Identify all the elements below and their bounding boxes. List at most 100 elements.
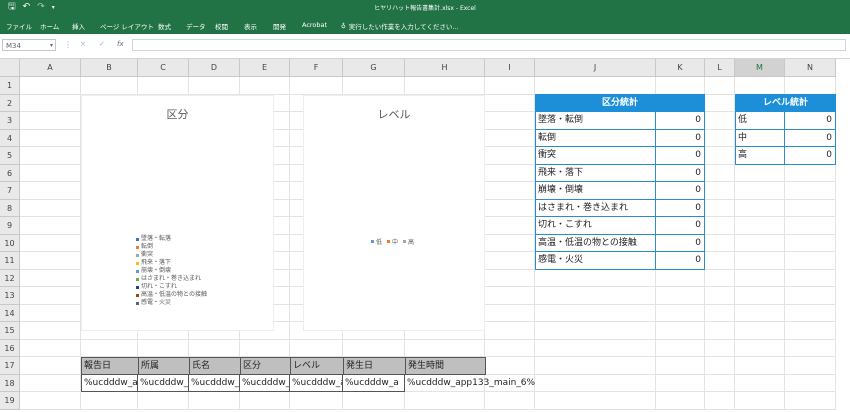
- level-pie-chart[interactable]: レベル 低 中 高: [303, 95, 485, 331]
- category-stats-header: 区分統計: [535, 94, 705, 112]
- row-header-19[interactable]: 19: [0, 392, 20, 410]
- report-header-cell[interactable]: 報告日: [81, 357, 139, 375]
- stats-label[interactable]: 墜落・転倒: [536, 112, 656, 129]
- row-header-18[interactable]: 18: [0, 374, 20, 392]
- legend-item: 感電・火災: [136, 299, 207, 307]
- row-header-8[interactable]: 8: [0, 199, 20, 217]
- name-box[interactable]: M34 ▾: [2, 39, 56, 51]
- row-header-16[interactable]: 16: [0, 339, 20, 357]
- stats-label[interactable]: 切れ・こすれ: [536, 217, 656, 234]
- stats-value[interactable]: 0: [656, 112, 704, 129]
- tab-review[interactable]: 校閲: [215, 21, 228, 31]
- column-header-a[interactable]: A: [20, 59, 81, 77]
- row-header-4[interactable]: 4: [0, 129, 20, 147]
- stats-value[interactable]: 0: [656, 235, 704, 252]
- stats-value[interactable]: 0: [656, 252, 704, 269]
- insert-function-icon[interactable]: fx: [117, 40, 124, 48]
- tab-file[interactable]: ファイル: [6, 21, 32, 31]
- tab-developer[interactable]: 開発: [273, 21, 286, 31]
- document-title: ヒヤリハット報告書集計.xlsx - Excel: [374, 5, 476, 12]
- row-header-7[interactable]: 7: [0, 182, 20, 200]
- report-header-cell[interactable]: 区分: [240, 357, 291, 375]
- column-header-n[interactable]: N: [785, 59, 836, 77]
- stats-value[interactable]: 0: [785, 112, 835, 129]
- select-all-corner[interactable]: [0, 59, 20, 77]
- row-header-14[interactable]: 14: [0, 304, 20, 322]
- stats-value[interactable]: 0: [656, 182, 704, 199]
- row-header-1[interactable]: 1: [0, 77, 20, 95]
- legend-swatch: [403, 240, 407, 243]
- row-header-5[interactable]: 5: [0, 147, 20, 165]
- stats-label[interactable]: 衝突: [536, 147, 656, 164]
- stats-value[interactable]: 0: [656, 217, 704, 234]
- column-header-f[interactable]: F: [290, 59, 343, 77]
- tab-acrobat[interactable]: Acrobat: [302, 21, 327, 29]
- column-header-h[interactable]: H: [405, 59, 485, 77]
- column-header-c[interactable]: C: [138, 59, 189, 77]
- row-header-2[interactable]: 2: [0, 94, 20, 112]
- report-header-cell[interactable]: 氏名: [189, 357, 241, 375]
- tab-insert[interactable]: 挿入: [72, 21, 85, 31]
- column-header-k[interactable]: K: [656, 59, 705, 77]
- stats-label[interactable]: 高: [736, 147, 785, 164]
- column-header-d[interactable]: D: [189, 59, 240, 77]
- chevron-down-icon[interactable]: ▾: [50, 40, 53, 52]
- stats-label[interactable]: はさまれ・巻き込まれ: [536, 199, 656, 216]
- stats-value[interactable]: 0: [656, 147, 704, 164]
- row-header-15[interactable]: 15: [0, 322, 20, 340]
- row-header-17[interactable]: 17: [0, 357, 20, 375]
- report-header-cell[interactable]: レベル: [290, 357, 344, 375]
- tab-data[interactable]: データ: [186, 21, 206, 31]
- column-header-e[interactable]: E: [240, 59, 290, 77]
- legend-item: 高: [403, 237, 414, 246]
- stats-label[interactable]: 中: [736, 129, 785, 146]
- worksheet-grid[interactable]: ABCDEFGHIJKLMN 1 2 3 4 5 6 7 8 9 10 11 12 13 14 15 16 17…: [0, 59, 850, 412]
- stats-label[interactable]: 崩壊・倒壊: [536, 182, 656, 199]
- report-data-cell[interactable]: %ucdddw_a: [343, 374, 405, 392]
- tell-me-box[interactable]: ♁ 実行したい作業を入力してください...: [341, 21, 459, 31]
- stats-label[interactable]: 低: [736, 112, 785, 129]
- column-header-b[interactable]: B: [81, 59, 138, 77]
- row-header-3[interactable]: 3: [0, 112, 20, 130]
- stats-value[interactable]: 0: [656, 165, 704, 182]
- stats-label[interactable]: 感電・火災: [536, 252, 656, 269]
- formula-bar-grip-icon: ⋮: [64, 40, 72, 49]
- enter-icon[interactable]: ✓: [99, 40, 105, 48]
- row-header-6[interactable]: 6: [0, 164, 20, 182]
- stats-value[interactable]: 0: [785, 130, 835, 147]
- legend-item: 墜落・転落: [136, 235, 207, 243]
- report-data-cell[interactable]: %ucdddw_: [138, 374, 189, 392]
- stats-label[interactable]: 飛来・落下: [536, 164, 656, 181]
- row-header-12[interactable]: 12: [0, 269, 20, 287]
- report-header-cell[interactable]: 発生日: [343, 357, 406, 375]
- row-header-11[interactable]: 11: [0, 252, 20, 270]
- column-header-m[interactable]: M: [735, 59, 785, 77]
- stats-value[interactable]: 0: [656, 130, 704, 147]
- report-data-cell[interactable]: %ucdddw_: [189, 374, 240, 392]
- row-header-13[interactable]: 13: [0, 287, 20, 305]
- legend-item: はさまれ・巻き込まれ: [136, 275, 207, 283]
- row-header-10[interactable]: 10: [0, 234, 20, 252]
- tab-page-layout[interactable]: ページ レイアウト: [100, 21, 154, 31]
- column-header-l[interactable]: L: [705, 59, 735, 77]
- stats-label[interactable]: 転倒: [536, 129, 656, 146]
- stats-value[interactable]: 0: [785, 147, 835, 164]
- category-pie-chart[interactable]: 区分 墜落・転落 転倒 衝突 飛来・落下 崩壊・倒壊 はさまれ・巻き込まれ 切れ・こすれ 高温…: [81, 95, 274, 331]
- column-header-i[interactable]: I: [485, 59, 535, 77]
- column-header-j[interactable]: J: [535, 59, 656, 77]
- tab-formulas[interactable]: 数式: [158, 21, 171, 31]
- stats-value[interactable]: 0: [656, 200, 704, 217]
- tab-home[interactable]: ホーム: [40, 21, 59, 31]
- report-data-cell[interactable]: %ucdddw_app133_main_6%: [405, 375, 545, 393]
- report-header-cell[interactable]: 所属: [138, 357, 190, 375]
- report-data-cell[interactable]: %ucdddw_a: [290, 374, 343, 392]
- formula-input[interactable]: [132, 39, 846, 51]
- row-header-9[interactable]: 9: [0, 217, 20, 235]
- column-header-g[interactable]: G: [343, 59, 405, 77]
- tab-view[interactable]: 表示: [244, 21, 257, 31]
- report-header-cell[interactable]: 発生時間: [405, 357, 486, 375]
- stats-label[interactable]: 高温・低温の物との接触: [536, 234, 656, 251]
- report-data-cell[interactable]: %ucdddw_: [240, 374, 290, 392]
- report-data-cell[interactable]: %ucdddw_a: [81, 374, 138, 392]
- cancel-icon[interactable]: ×: [80, 40, 86, 48]
